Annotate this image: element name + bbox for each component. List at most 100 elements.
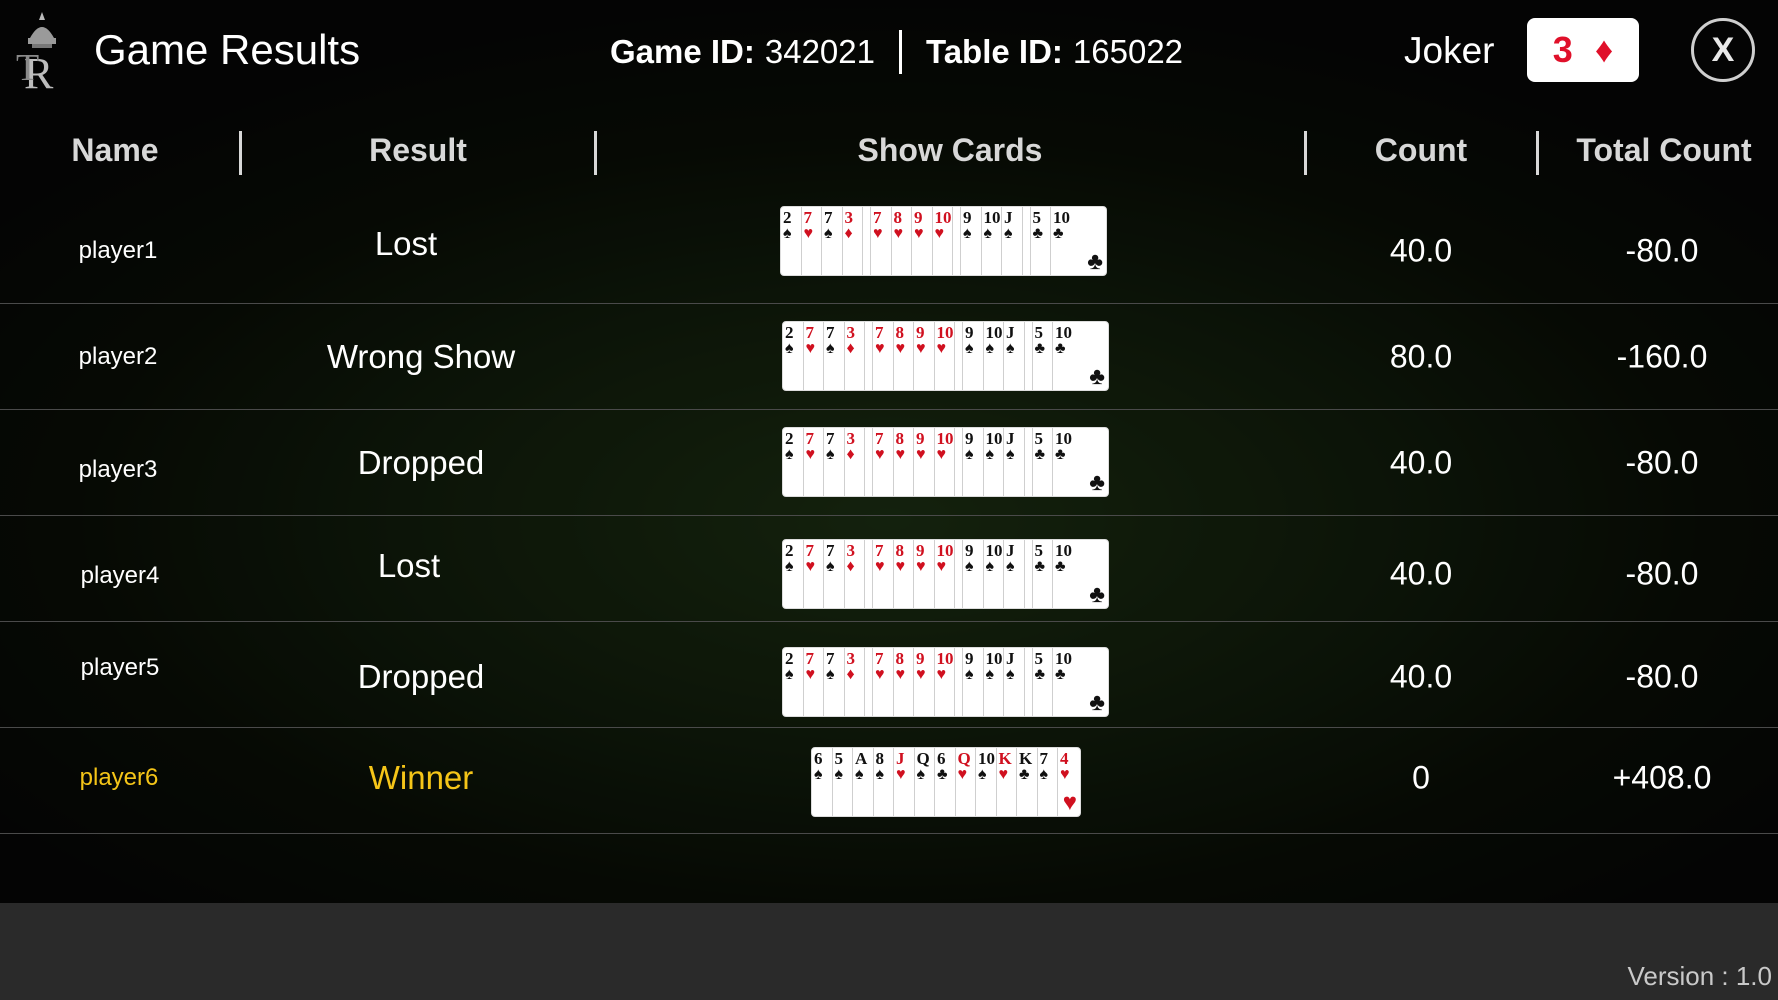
card-suit-icon: ♥ (914, 225, 924, 242)
card-rank: 7 (873, 208, 882, 227)
playing-card: 5 ♠ (833, 748, 853, 816)
card-suit-icon: ♠ (978, 766, 987, 783)
card-rank: 10 (985, 541, 1003, 560)
id-divider (899, 30, 902, 74)
show-cards-hand: 6 ♠ 5 ♠ A ♠ 8 ♠ J ♥ Q ♠ 6 ♣ Q ♥ 10 ♠ K ♥ K ♣ 7 ♠ 4 ♥ ♥ (811, 747, 1081, 817)
card-suit-icon: ♥ (895, 558, 906, 575)
player-result: Dropped (357, 657, 485, 695)
meld-gap (1024, 648, 1033, 716)
card-suit-icon: ♠ (1006, 558, 1015, 575)
playing-card: 4 ♥ ♥ (1058, 748, 1080, 816)
meld-gap (1024, 322, 1033, 390)
card-rank: 7 (826, 649, 835, 668)
playing-card: 2 ♠ (781, 207, 802, 275)
card-suit-icon: ♠ (1039, 766, 1049, 783)
card-suit-icon: ♠ (826, 666, 835, 683)
card-rank: 10 (978, 749, 995, 768)
card-rank: 10 (983, 208, 1001, 227)
playing-card: 10 ♥ (935, 540, 955, 608)
card-suit-icon: ♥ (875, 340, 885, 357)
close-button[interactable]: X (1691, 18, 1755, 82)
playing-card: 7 ♥ (871, 207, 892, 275)
playing-card: 7 ♥ (802, 207, 822, 275)
playing-card: 7 ♥ (873, 648, 894, 716)
card-suit-icon: ♠ (965, 446, 974, 463)
player-result: Winner (368, 759, 474, 797)
card-suit-icon: ♥ (916, 446, 926, 463)
player-name: player5 (80, 654, 160, 682)
card-rank: 7 (803, 208, 813, 227)
card-rank: 7 (875, 541, 884, 560)
player-count: 80.0 (1389, 338, 1453, 374)
column-divider (1304, 131, 1307, 175)
playing-card: 5 ♣ (1031, 207, 1051, 275)
card-suit-icon: ♣ (1032, 225, 1044, 242)
playing-card: 3 ♦ (845, 540, 865, 608)
svg-text:T: T (16, 47, 39, 89)
card-suit-icon: ♠ (826, 558, 835, 575)
column-header-count: Count (1374, 132, 1468, 168)
show-cards-hand: 2 ♠ 7 ♥ 7 ♠ 3 ♦ 7 ♥ 8 ♥ 9 ♥ 10 ♥ 9 ♠ 10 ♠ J ♠ 5 ♣ 10 ♣ ♣ (780, 206, 1107, 276)
playing-card: K ♣ (1017, 748, 1038, 816)
card-rank: 10 (936, 323, 954, 342)
playing-card: 7 ♥ (873, 540, 894, 608)
card-suit-icon: ♣ (937, 766, 948, 783)
playing-card: 10 ♠ (976, 748, 997, 816)
card-rank: 7 (824, 208, 833, 227)
card-rank: 2 (785, 429, 794, 448)
card-rank: Q (916, 749, 930, 768)
card-rank: 10 (934, 208, 952, 227)
playing-card: 8 ♥ (894, 648, 914, 716)
player-total-count: -80.0 (1625, 658, 1699, 695)
player-count: 40.0 (1389, 444, 1453, 480)
card-rank: 9 (916, 429, 925, 448)
playing-card: 7 ♠ (1038, 748, 1058, 816)
card-rank: 7 (826, 323, 835, 342)
player-total-count: +408.0 (1612, 759, 1712, 796)
footer-bar: Version : 1.0 (0, 903, 1778, 1000)
card-rank: 10 (985, 323, 1003, 342)
playing-card: 2 ♠ (783, 540, 804, 608)
game-table-ids: Game ID: 342021 Table ID: 165022 (610, 30, 1183, 74)
card-suit-icon: ♠ (785, 340, 794, 357)
player-result: Dropped (357, 443, 485, 481)
game-id-label: Game ID: (610, 33, 755, 70)
card-suit-icon: ♠ (963, 225, 972, 242)
card-suit-icon: ♠ (983, 225, 993, 242)
show-cards-hand: 2 ♠ 7 ♥ 7 ♠ 3 ♦ 7 ♥ 8 ♥ 9 ♥ 10 ♥ 9 ♠ 10 ♠ J ♠ 5 ♣ 10 ♣ ♣ (782, 427, 1109, 497)
card-suit-icon: ♥ (1060, 766, 1070, 783)
card-rank: 8 (895, 541, 905, 560)
playing-card: 9 ♠ (963, 428, 984, 496)
card-suit-icon: ♣ (1055, 666, 1066, 683)
card-suit-icon: ♠ (965, 340, 974, 357)
card-rank: 10 (1055, 429, 1072, 448)
card-rank: 7 (805, 649, 815, 668)
playing-card: 7 ♥ (804, 428, 824, 496)
card-suit-icon: ♥ (805, 340, 816, 357)
card-rank: 10 (936, 429, 954, 448)
card-suit-icon: ♣ (1034, 558, 1046, 575)
card-suit-icon: ♥ (936, 558, 947, 575)
card-rank: 4 (1060, 749, 1069, 768)
card-suit-icon: ♠ (916, 766, 926, 783)
playing-card: 7 ♥ (873, 428, 894, 496)
card-rank: 7 (1039, 749, 1049, 768)
card-suit-icon: ♥ (896, 766, 906, 783)
card-suit-icon: ♠ (855, 766, 864, 783)
card-rank: 10 (1055, 541, 1072, 560)
playing-card: 7 ♠ (824, 648, 845, 716)
joker-card: 3 ♦ (1527, 18, 1639, 82)
card-suit-icon: ♠ (1004, 225, 1013, 242)
page-title: Game Results (94, 26, 361, 73)
card-rank: 8 (875, 749, 885, 768)
card-rank: 10 (1055, 323, 1072, 342)
playing-card: 8 ♥ (894, 540, 914, 608)
playing-card: 7 ♠ (822, 207, 843, 275)
meld-gap (955, 540, 963, 608)
card-rank: 5 (1034, 429, 1044, 448)
show-cards-hand: 2 ♠ 7 ♥ 7 ♠ 3 ♦ 7 ♥ 8 ♥ 9 ♥ 10 ♥ 9 ♠ 10 ♠ J ♠ 5 ♣ 10 ♣ ♣ (782, 539, 1109, 609)
column-header-total-count: Total Count (1576, 132, 1752, 168)
player-name: player4 (80, 561, 160, 589)
card-rank: 8 (895, 429, 905, 448)
table-id-label: Table ID: (926, 33, 1063, 70)
